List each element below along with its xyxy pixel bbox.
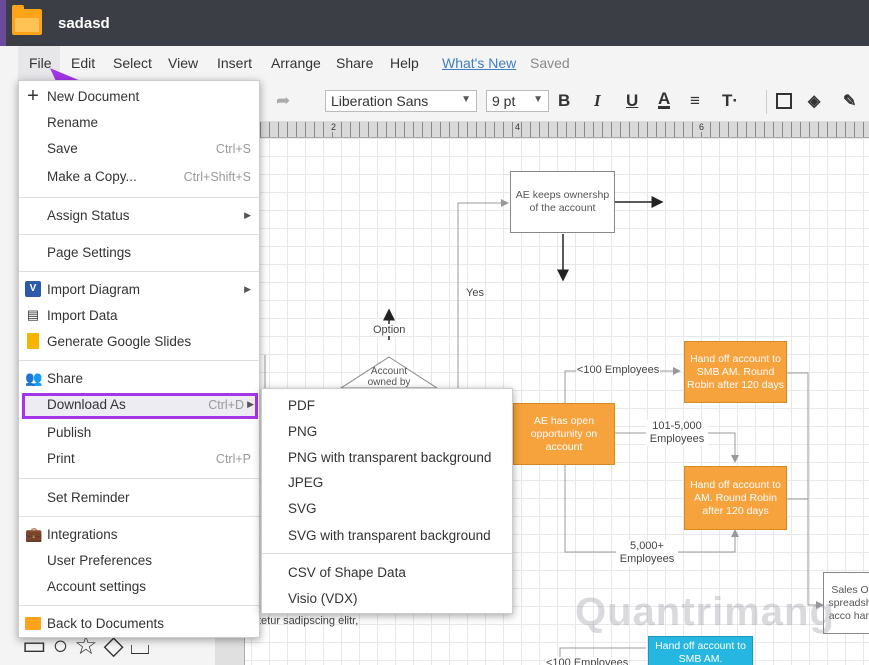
menu-divider <box>19 234 259 235</box>
chevron-right-icon: ▶ <box>247 399 254 409</box>
folder-icon <box>25 617 41 630</box>
menu-item-label: Set Reminder <box>47 490 130 505</box>
mid-employees-label: 101-5,000 Employees <box>646 420 708 446</box>
menu-item-google-slides[interactable]: Generate Google Slides <box>19 330 259 354</box>
menu-divider <box>19 516 259 517</box>
handoff-smb-node-2[interactable]: Hand off account to SMB AM. <box>648 636 753 665</box>
menu-item-back-to-documents[interactable]: Back to Documents <box>19 612 259 636</box>
download-png[interactable]: PNG <box>262 420 512 444</box>
menu-item-import-data[interactable]: ▤ Import Data <box>19 304 259 328</box>
menu-item-assign-status[interactable]: Assign Status ▶ <box>19 204 259 228</box>
menu-item-label: Download As <box>47 397 126 412</box>
menu-item-label: Import Data <box>47 308 118 323</box>
download-csv[interactable]: CSV of Shape Data <box>262 561 512 585</box>
menu-item-share[interactable]: 👥 Share <box>19 367 259 391</box>
chevron-right-icon: ▶ <box>244 284 251 294</box>
briefcase-icon: 💼 <box>25 526 43 542</box>
menu-item-set-reminder[interactable]: Set Reminder <box>19 486 259 510</box>
lt100-employees-label-2: <100 Employees <box>545 657 630 665</box>
menu-item-label: Share <box>47 371 84 386</box>
shortcut-label: Ctrl+P <box>215 452 251 466</box>
menu-item-label: Assign Status <box>47 208 130 223</box>
menu-item-print[interactable]: Print Ctrl+P <box>19 447 259 471</box>
shortcut-label: Ctrl+D <box>208 398 244 412</box>
menu-item-label: Import Diagram <box>47 282 141 297</box>
menu-item-label: Page Settings <box>47 245 132 260</box>
download-png-transparent[interactable]: PNG with transparent background <box>262 446 512 470</box>
submenu-item-label: CSV of Shape Data <box>288 565 406 580</box>
menu-item-publish[interactable]: Publish <box>19 421 259 445</box>
menu-divider <box>19 197 259 198</box>
lt100-employees-label: <100 Employees <box>576 364 661 376</box>
handoff-smb-node[interactable]: Hand off account to SMB AM. Round Robin … <box>684 341 787 403</box>
option-label: Option <box>372 324 407 336</box>
plus-icon: + <box>27 85 39 107</box>
menu-item-save[interactable]: Save Ctrl+S <box>19 137 259 161</box>
menu-item-integrations[interactable]: 💼 Integrations <box>19 523 259 547</box>
menu-item-label: New Document <box>47 89 140 104</box>
submenu-item-label: JPEG <box>288 475 324 490</box>
menu-item-label: Rename <box>47 115 99 130</box>
submenu-item-label: Visio (VDX) <box>288 591 358 606</box>
menu-item-download-as[interactable]: Download As Ctrl+D ▶ <box>22 393 258 419</box>
menu-item-account-settings[interactable]: Account settings <box>19 575 259 599</box>
submenu-item-label: SVG with transparent background <box>288 528 491 543</box>
download-vdx[interactable]: Visio (VDX) <box>262 587 512 611</box>
submenu-item-label: PNG <box>288 424 318 439</box>
submenu-item-label: PDF <box>288 398 315 413</box>
menu-item-label: Save <box>47 141 78 156</box>
users-icon: 👥 <box>25 370 43 386</box>
menu-divider <box>262 553 512 554</box>
menu-item-new-document[interactable]: + New Document <box>19 85 259 109</box>
visio-icon: V <box>25 281 41 297</box>
yes-label: Yes <box>465 287 485 299</box>
menu-item-import-diagram[interactable]: V Import Diagram ▶ <box>19 278 259 302</box>
download-jpeg[interactable]: JPEG <box>262 471 512 495</box>
menu-item-label: User Preferences <box>47 553 153 568</box>
menu-item-rename[interactable]: Rename <box>19 111 259 135</box>
lorem-text: tetur sadipscing elitr, <box>258 615 359 627</box>
slides-icon <box>27 333 39 349</box>
download-svg-transparent[interactable]: SVG with transparent background <box>262 524 512 548</box>
download-pdf[interactable]: PDF <box>262 394 512 418</box>
menu-item-label: Account settings <box>47 579 147 594</box>
watermark: Quantrimang <box>575 590 835 634</box>
menu-item-label: Make a Copy... <box>47 169 137 184</box>
data-icon: ▤ <box>26 307 40 322</box>
file-menu: + New Document Rename Save Ctrl+S Make a C… <box>18 80 260 638</box>
menu-item-label: Generate Google Slides <box>47 334 192 349</box>
shortcut-label: Ctrl+S <box>215 142 251 156</box>
ae-open-opportunity-node[interactable]: AE has open opportunity on account <box>513 403 615 465</box>
menu-divider <box>19 360 259 361</box>
shortcut-label: Ctrl+Shift+S <box>183 170 251 184</box>
menu-item-label: Back to Documents <box>47 616 165 631</box>
menu-item-page-settings[interactable]: Page Settings <box>19 241 259 265</box>
ae-keeps-node[interactable]: AE keeps ownershp of the account <box>510 171 615 233</box>
submenu-item-label: PNG with transparent background <box>288 450 492 465</box>
account-owned-node[interactable]: Account owned by <box>355 366 423 388</box>
menu-item-label: Integrations <box>47 527 118 542</box>
menu-item-label: Publish <box>47 425 92 440</box>
download-svg[interactable]: SVG <box>262 497 512 521</box>
handoff-am-node[interactable]: Hand off account to AM. Round Robin afte… <box>684 466 787 530</box>
large-employees-label: 5,000+ Employees <box>616 540 678 566</box>
menu-item-label: Print <box>47 451 75 466</box>
menu-divider <box>19 605 259 606</box>
download-submenu: PDF PNG PNG with transparent background … <box>261 388 513 614</box>
submenu-item-label: SVG <box>288 501 317 516</box>
menu-divider <box>19 271 259 272</box>
menu-item-make-copy[interactable]: Make a Copy... Ctrl+Shift+S <box>19 165 259 189</box>
menu-divider <box>19 478 259 479</box>
chevron-right-icon: ▶ <box>244 210 251 220</box>
menu-item-user-preferences[interactable]: User Preferences <box>19 549 259 573</box>
